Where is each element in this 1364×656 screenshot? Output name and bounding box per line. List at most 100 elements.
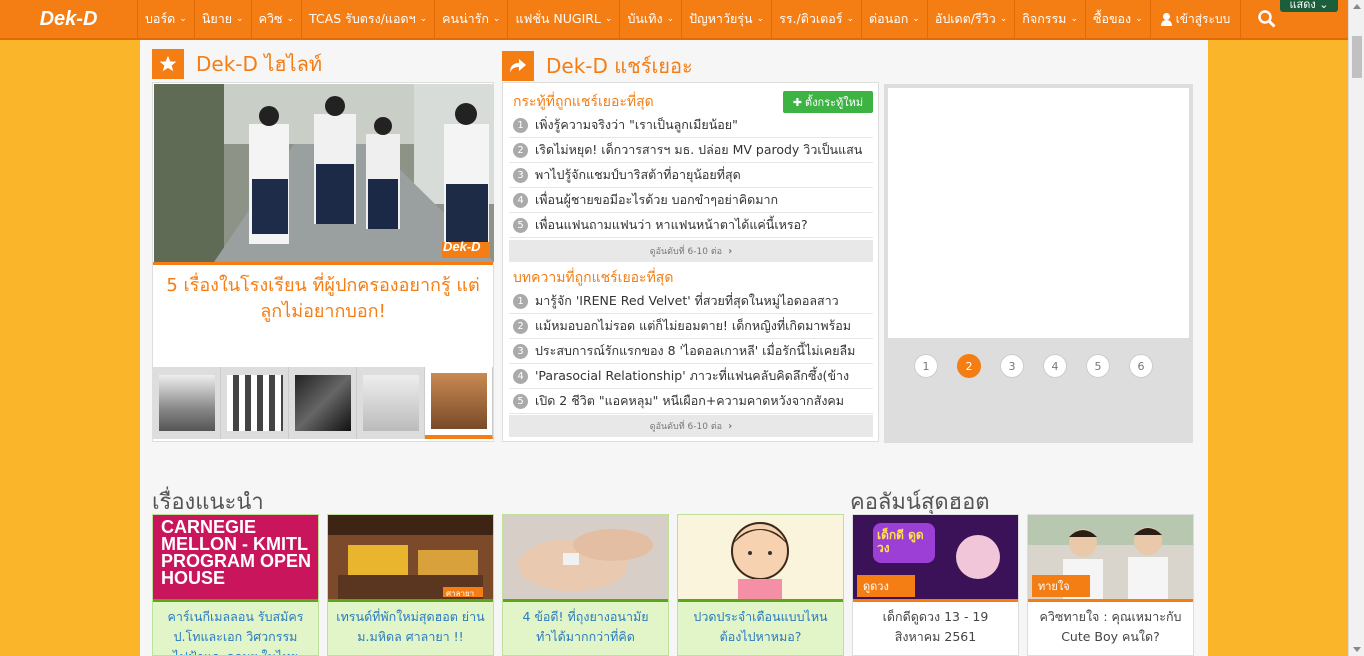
rank-badge: 2 xyxy=(513,318,528,334)
login-link[interactable]: เข้าสู่ระบบ xyxy=(1151,0,1241,38)
menu-label: ควิซ xyxy=(258,11,283,26)
highlight-caption[interactable]: 5 เรื่องในโรงเรียน ที่ผู้ปกครองอยากรู้ แ… xyxy=(165,273,481,325)
thumbnail-4[interactable] xyxy=(357,367,425,439)
ad-slot[interactable] xyxy=(888,88,1189,338)
recommend-card-1[interactable]: CARNEGIE MELLON - KMITL PROGRAM OPEN HOU… xyxy=(152,514,319,656)
item-title: เปิด 2 ชีวิต "แอคหลุม" หนีเผือก+ความคาดห… xyxy=(535,393,845,408)
card-divider xyxy=(153,599,318,602)
highlight-card[interactable]: Dek-D 5 เรื่องในโรงเรียน ที่ผู้ปกครองอยา… xyxy=(152,82,494,442)
menu-quiz[interactable]: ควิซ ⌄ xyxy=(252,0,303,38)
menu-label: ซื้อของ xyxy=(1092,11,1132,26)
menu-label: TCAS รับตรง/แอดฯ xyxy=(309,11,416,26)
page-dot-active[interactable]: 2 xyxy=(957,354,981,378)
chevron-down-icon: ⌄ xyxy=(846,14,855,24)
list-item[interactable]: 4 เพื่อนผู้ชายขอมีอะไรด้วย บอกขำๆอย่าคิดม… xyxy=(509,188,873,213)
board-list: 1 เพิ่งรู้ความจริงว่า "เราเป็นลูกเมียน้อย… xyxy=(509,113,873,238)
new-topic-button[interactable]: ✚ ตั้งกระทู้ใหม่ xyxy=(783,91,873,113)
rank-badge: 3 xyxy=(513,343,528,359)
chevron-down-icon: ⌄ xyxy=(999,14,1008,24)
main-content: Dek-D ไฮไลท์ Dek-D 5 เรื่องในโรงเรียน ที… xyxy=(140,40,1208,656)
page-dot[interactable]: 5 xyxy=(1086,354,1110,378)
recommend-card-3[interactable]: 4 ข้อดี! ที่ถุงยางอนามัย ทำได้มากกว่าที่… xyxy=(502,514,669,656)
article-subtitle: บทความที่ถูกแชร์เยอะที่สุด xyxy=(513,270,674,286)
category-tag: ดูดวง xyxy=(857,575,915,597)
menu-update[interactable]: อัปเดต/รีวิว ⌄ xyxy=(928,0,1016,38)
user-icon xyxy=(1160,12,1172,26)
card-image-text: เด็กดี ดูดวง xyxy=(877,528,924,555)
rank-badge: 4 xyxy=(513,368,528,384)
recommend-card-4[interactable]: ปวดประจำเดือนแบบไหน ต้องไปหาหมอ? xyxy=(677,514,844,656)
page-dot[interactable]: 3 xyxy=(1000,354,1024,378)
list-item[interactable]: 3 พาไปรู้จักแชมป์บาริสต้าที่อายุน้อยที่สุ… xyxy=(509,163,873,188)
article-list: 1 มารู้จัก 'IRENE Red Velvet' ที่สวยที่สุ… xyxy=(509,289,873,414)
ad-carousel: 1 2 3 4 5 6 xyxy=(884,84,1193,443)
menu-label: อัปเดต/รีวิว xyxy=(934,11,996,26)
more-label: ดูอันดับที่ 6-10 ต่อ xyxy=(649,247,723,257)
menu-label: บอร์ด xyxy=(145,11,176,26)
dekd-logo[interactable]: Dek-D xyxy=(0,0,138,38)
chevron-down-icon: ⌄ xyxy=(604,14,613,24)
card-divider xyxy=(328,599,493,602)
item-title: เพิ่งรู้ความจริงว่า "เราเป็นลูกเมียน้อย" xyxy=(535,117,738,132)
list-item[interactable]: 1 มารู้จัก 'IRENE Red Velvet' ที่สวยที่สุ… xyxy=(509,289,873,314)
list-item[interactable]: 4 'Parasocial Relationship' ภาวะที่แฟนคลั… xyxy=(509,364,873,389)
share-heading: Dek-D แชร์เยอะ xyxy=(502,50,693,82)
chevron-right-icon: › xyxy=(728,245,733,257)
card-title: 4 ข้อดี! ที่ถุงยางอนามัย ทำได้มากกว่าที่… xyxy=(522,609,649,644)
login-label: เข้าสู่ระบบ xyxy=(1175,11,1231,26)
highlight-image[interactable] xyxy=(154,84,494,262)
recommend-card-2[interactable]: ศาลายา เทรนด์ที่พักใหม่สุดฮอต ย่าน ม.มหิ… xyxy=(327,514,494,656)
page-dot[interactable]: 4 xyxy=(1043,354,1067,378)
share-arrow-icon xyxy=(502,51,534,81)
menu-board[interactable]: บอร์ด ⌄ xyxy=(138,0,195,38)
list-item[interactable]: 2 เริดไม่หยุด! เด็กวารสารฯ มธ. ปล่อย MV p… xyxy=(509,138,873,163)
scroll-down-arrow[interactable] xyxy=(1353,647,1361,652)
list-item[interactable]: 5 เพื่อนแฟนถามแฟนว่า หาแฟนหน้าตาได้แค่นี้… xyxy=(509,213,873,238)
menu-teen[interactable]: ปัญหาวัยรุ่น ⌄ xyxy=(682,0,773,38)
page-dot[interactable]: 1 xyxy=(914,354,938,378)
show-toggle[interactable]: แสดง ⌄ xyxy=(1280,0,1338,12)
list-item[interactable]: 1 เพิ่งรู้ความจริงว่า "เราเป็นลูกเมียน้อย… xyxy=(509,113,873,138)
list-item[interactable]: 2 แม้หมอบอกไม่รอด แต่ก็ไม่ยอมตาย! เด็กหญิ… xyxy=(509,314,873,339)
thumbnail-5[interactable] xyxy=(425,367,493,439)
more-board-link[interactable]: ดูอันดับที่ 6-10 ต่อ › xyxy=(509,240,873,262)
column-card-1[interactable]: เด็กดี ดูดวง ดูดวง เด็กดีดูดวง 13 - 19 ส… xyxy=(852,514,1019,656)
card-image: ศาลายา xyxy=(328,515,493,599)
menu-label: แฟชั่น NUGIRL xyxy=(515,11,601,26)
page-dot[interactable]: 6 xyxy=(1129,354,1153,378)
thumbnail-3[interactable] xyxy=(289,367,357,439)
menu-cute[interactable]: คนน่ารัก ⌄ xyxy=(435,0,509,38)
rank-badge: 5 xyxy=(513,217,528,233)
scroll-up-arrow[interactable] xyxy=(1353,4,1361,9)
column-card-2[interactable]: ทายใจ ควิซทายใจ : คุณเหมาะกับ Cute Boy ค… xyxy=(1027,514,1194,656)
scroll-thumb[interactable] xyxy=(1352,36,1362,78)
list-item[interactable]: 3 ประสบการณ์รักแรกของ 8 'ไอดอลเกาหลี' เมื… xyxy=(509,339,873,364)
highlight-heading: Dek-D ไฮไลท์ xyxy=(152,48,322,80)
menu-activity[interactable]: กิจกรรม ⌄ xyxy=(1015,0,1086,38)
plus-icon: ✚ xyxy=(792,95,803,109)
more-article-link[interactable]: ดูอันดับที่ 6-10 ต่อ › xyxy=(509,415,873,437)
menu-label: ปัญหาวัยรุ่น xyxy=(689,11,753,26)
thumbnail-2[interactable] xyxy=(221,367,289,439)
card-divider xyxy=(678,599,843,602)
menu-fashion[interactable]: แฟชั่น NUGIRL ⌄ xyxy=(508,0,621,38)
scrollbar[interactable] xyxy=(1348,0,1364,656)
menu-entertain[interactable]: บันเทิง ⌄ xyxy=(620,0,683,38)
menu-school[interactable]: รร./ติวเตอร์ ⌄ xyxy=(772,0,863,38)
item-title: เพื่อนผู้ชายขอมีอะไรด้วย บอกขำๆอย่าคิดมา… xyxy=(535,192,779,207)
chevron-down-icon: ⌄ xyxy=(286,14,295,24)
share-panel: กระทู้ที่ถูกแชร์เยอะที่สุด ✚ ตั้งกระทู้ให… xyxy=(502,82,879,442)
menu-tcas[interactable]: TCAS รับตรง/แอดฯ ⌄ xyxy=(302,0,436,38)
share-title: Dek-D แชร์เยอะ xyxy=(546,54,693,78)
thumbnail-1[interactable] xyxy=(153,367,221,439)
menu-shop[interactable]: ซื้อของ ⌄ xyxy=(1086,0,1151,38)
menu-abroad[interactable]: ต่อนอก ⌄ xyxy=(862,0,928,38)
card-title: ปวดประจำเดือนแบบไหน ต้องไปหาหมอ? xyxy=(693,609,828,644)
menu-novel[interactable]: นิยาย ⌄ xyxy=(195,0,252,38)
list-item[interactable]: 5 เปิด 2 ชีวิต "แอคหลุม" หนีเผือก+ความคาด… xyxy=(509,389,873,414)
chevron-down-icon: ⌄ xyxy=(666,14,675,24)
highlight-title: Dek-D ไฮไลท์ xyxy=(196,52,323,76)
show-label: แสดง xyxy=(1289,0,1316,11)
card-image xyxy=(503,515,668,599)
chevron-down-icon: ⌄ xyxy=(756,14,765,24)
